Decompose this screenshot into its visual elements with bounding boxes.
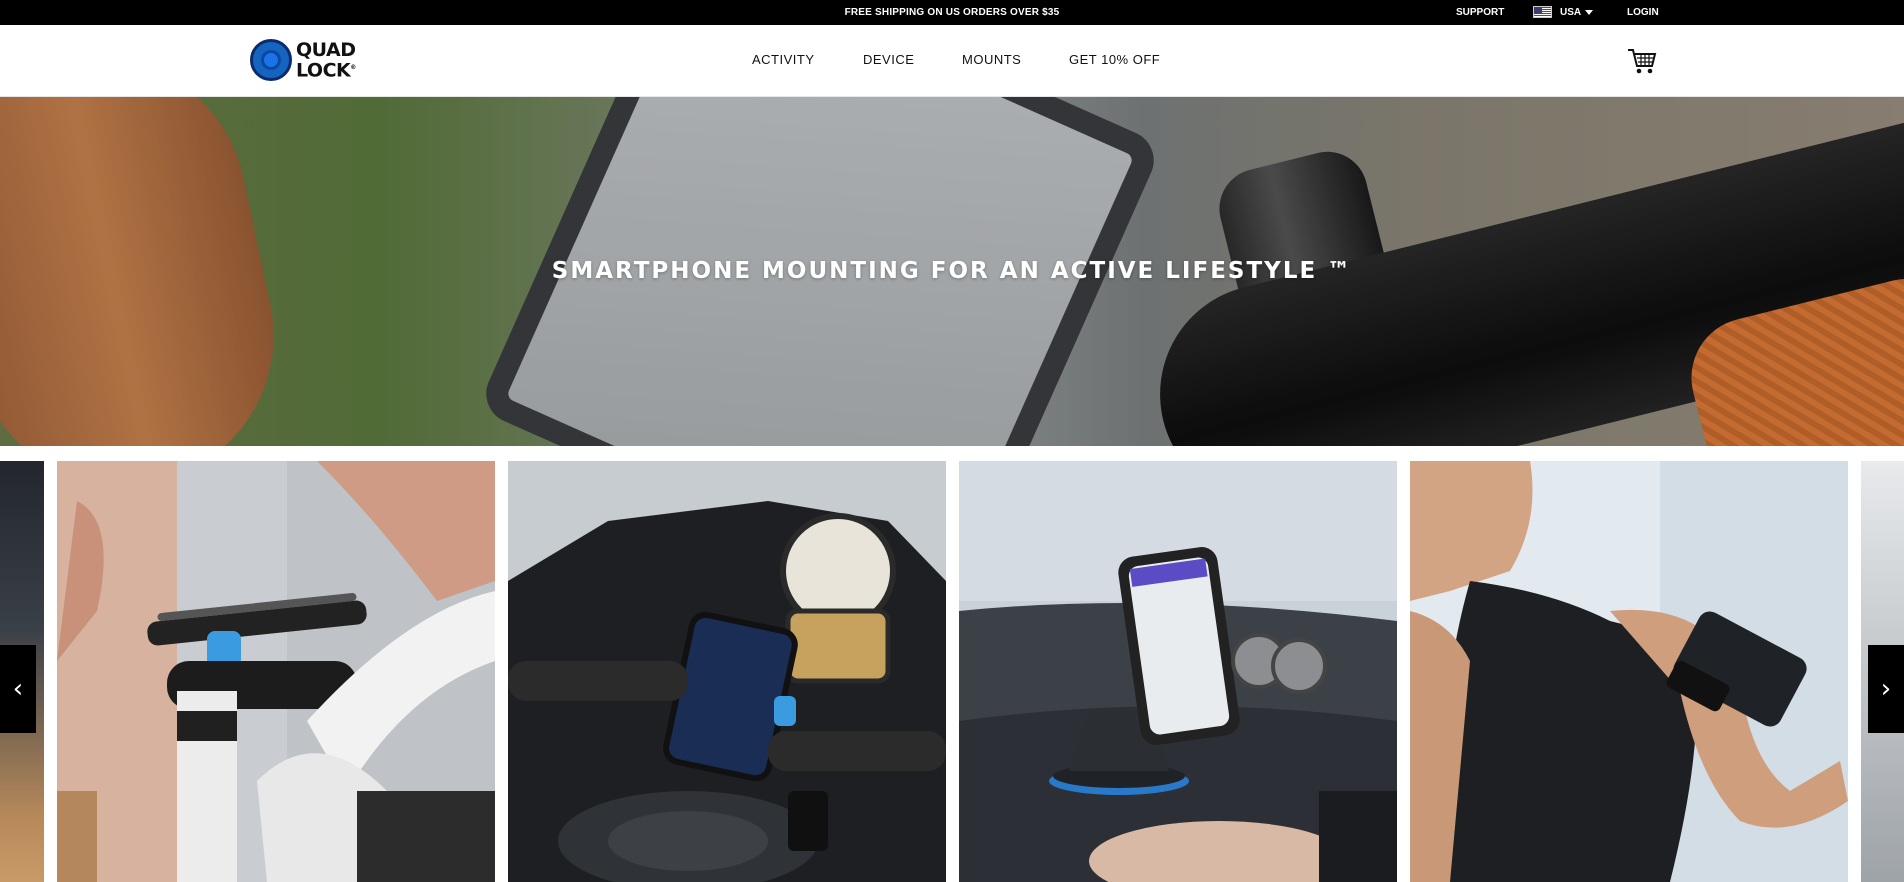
site-header: QUAD LOCK® ACTIVITY DEVICE MOUNTS GET 10… [0, 25, 1904, 97]
support-link[interactable]: SUPPORT [1456, 7, 1504, 18]
logo-registered-mark: ® [350, 63, 356, 71]
region-selector[interactable]: USA [1533, 5, 1594, 19]
hero-title: SMARTPHONE MOUNTING FOR AN ACTIVE LIFEST… [551, 258, 1353, 284]
car-mount-image [959, 461, 1397, 882]
running-armband-tile[interactable] [1410, 461, 1848, 882]
nav-device[interactable]: DEVICE [863, 52, 914, 67]
nav-get-10-off[interactable]: GET 10% OFF [1069, 52, 1160, 67]
us-flag-icon [1533, 6, 1552, 18]
activity-carousel [0, 461, 1904, 882]
logo-circle-icon [250, 39, 292, 81]
running-armband-image [1410, 461, 1848, 882]
motorcycle-mount-image [508, 461, 946, 882]
logo-line-1: QUAD [296, 38, 356, 61]
bike-mount-tile[interactable] [57, 461, 495, 882]
region-label: USA [1560, 6, 1582, 18]
logo-wordmark: QUAD LOCK® [296, 38, 356, 82]
carousel-prev-button[interactable]: ‹ [0, 645, 36, 733]
login-link[interactable]: LOGIN [1627, 7, 1659, 18]
announcement-bar: FREE SHIPPING ON US ORDERS OVER $35 SUPP… [0, 0, 1904, 25]
quad-lock-logo[interactable]: QUAD LOCK® [250, 37, 385, 83]
logo-line-2: LOCK [296, 59, 351, 82]
motorcycle-mount-tile[interactable] [508, 461, 946, 882]
hero-banner: SMARTPHONE MOUNTING FOR AN ACTIVE LIFEST… [0, 97, 1904, 446]
carousel-next-button[interactable]: › [1868, 645, 1904, 733]
nav-mounts[interactable]: MOUNTS [962, 52, 1021, 67]
car-mount-tile[interactable] [959, 461, 1397, 882]
bike-mount-image [57, 461, 495, 882]
nav-activity[interactable]: ACTIVITY [752, 52, 815, 67]
caret-down-icon [1585, 9, 1594, 15]
shopping-cart-icon[interactable] [1627, 47, 1657, 75]
free-shipping-promo: FREE SHIPPING ON US ORDERS OVER $35 [844, 7, 1060, 18]
